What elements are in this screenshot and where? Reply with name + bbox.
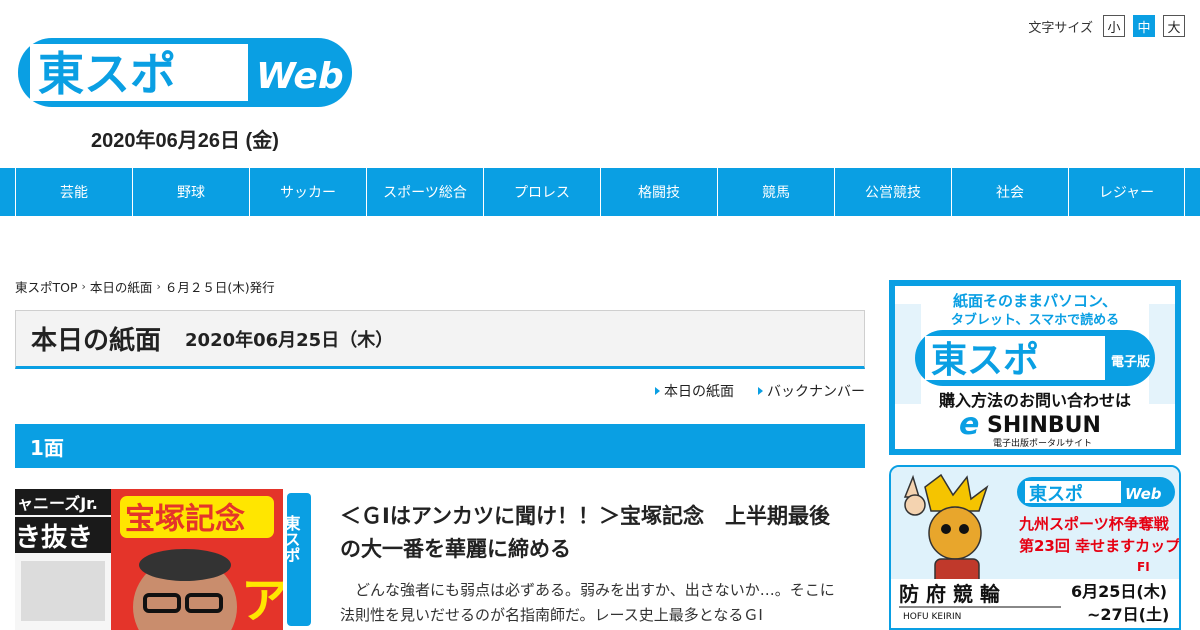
banner2-logo: 東スポ (1029, 483, 1083, 505)
breadcrumb-current: ６月２５日(木)発行 (164, 280, 275, 295)
triangle-right-icon (655, 387, 660, 395)
back-number-link[interactable]: バックナンバー (758, 381, 865, 401)
banner2-event2: 第23回 幸せますカップ (1019, 537, 1179, 555)
thumb-headline: 宝塚記念 (125, 502, 245, 537)
main-nav: 芸能 野球 サッカー スポーツ総合 プロレス 格闘技 競馬 公営競技 社会 レジ… (0, 168, 1200, 216)
section-header: 1面 (15, 424, 865, 468)
breadcrumb-today-link[interactable]: 本日の紙面 (90, 277, 153, 296)
thumb-left-text-1: ャニーズJr. (17, 494, 98, 513)
banner2-date1: 6月25日(木) (1071, 582, 1167, 601)
banner1-brand-e: e (959, 407, 979, 442)
nav-item-soccer[interactable]: サッカー (249, 168, 366, 216)
banner2-venue-roman: HOFU KEIRIN (903, 612, 961, 622)
nav-item-society[interactable]: 社会 (951, 168, 1068, 216)
banner2-venue: 防 府 競 輪 (899, 582, 1001, 606)
banner2-grade: FⅠ (1137, 560, 1150, 574)
keirin-banner[interactable]: 東スポ Web 九州スポーツ杯争奪戦 第23回 幸せますカップ FⅠ 防 府 競… (889, 465, 1181, 630)
article-title[interactable]: ＜ＧⅠはアンカツに聞け！！＞宝塚記念 上半期最後の大一番を華麗に締める (340, 500, 850, 566)
nav-item-geino[interactable]: 芸能 (15, 168, 132, 216)
nav-item-horseracing[interactable]: 競馬 (717, 168, 834, 216)
banner1-line1: 紙面そのままパソコン、 (953, 292, 1117, 310)
page-title-box: 本日の紙面 2020年06月25日（木） (15, 310, 865, 369)
digital-edition-banner[interactable]: 紙面そのままパソコン、 タブレット、スマホで読める 東スポ 電子版 購入方法のお… (889, 280, 1181, 455)
banner1-line2: タブレット、スマホで読める (951, 312, 1119, 328)
font-size-control: 文字サイズ 小 中 大 (1028, 15, 1185, 37)
banner2-event1: 九州スポーツ杯争奪戦 (1018, 515, 1170, 533)
breadcrumb: 東スポTOP › 本日の紙面 › ６月２５日(木)発行 (15, 277, 275, 296)
banner1-brand-sub: 電子出版ポータルサイト (993, 437, 1092, 449)
nav-item-fighting[interactable]: 格闘技 (600, 168, 717, 216)
thumb-left-text-2: き抜き (15, 523, 93, 553)
banner1-logo: 東スポ (931, 339, 1039, 381)
nav-item-prowrestling[interactable]: プロレス (483, 168, 600, 216)
chevron-right-icon: › (156, 280, 161, 293)
header-date: 2020年06月26日 (金) (91, 130, 279, 152)
logo-web-text: Web (256, 56, 344, 97)
today-paper-link-label: 本日の紙面 (664, 384, 734, 400)
back-number-link-label: バックナンバー (767, 384, 865, 400)
nav-item-leisure[interactable]: レジャー (1068, 168, 1185, 216)
font-size-small-button[interactable]: 小 (1103, 15, 1125, 37)
sub-links: 本日の紙面 バックナンバー (655, 381, 865, 401)
front-page-thumbnail[interactable]: ャニーズJr. き抜き 宝塚記念 アン 東スポ (15, 489, 313, 630)
site-logo[interactable]: 東スポ Web (16, 36, 354, 109)
chevron-right-icon: › (81, 280, 86, 293)
breadcrumb-top-link[interactable]: 東スポTOP (15, 277, 78, 296)
nav-item-sports[interactable]: スポーツ総合 (366, 168, 483, 216)
nav-item-baseball[interactable]: 野球 (132, 168, 249, 216)
triangle-right-icon (758, 387, 763, 395)
banner2-date2: ~27日(土) (1087, 605, 1169, 624)
page-title-date: 2020年06月25日（木） (185, 329, 394, 351)
banner1-brand: SHINBUN (987, 413, 1101, 438)
font-size-label: 文字サイズ (1028, 20, 1093, 36)
page-title: 本日の紙面 (31, 326, 162, 356)
logo-text: 東スポ (38, 47, 176, 101)
font-size-medium-button[interactable]: 中 (1133, 15, 1155, 37)
today-paper-link[interactable]: 本日の紙面 (655, 381, 734, 401)
banner1-logo-sub: 電子版 (1111, 354, 1150, 370)
thumb-side-text: 東スポ (282, 514, 301, 563)
nav-item-public-racing[interactable]: 公営競技 (834, 168, 951, 216)
font-size-large-button[interactable]: 大 (1163, 15, 1185, 37)
article-body: どんな強者にも弱点は必ずある。弱みを出すか、出さないか…。そこに法則性を見いだせ… (340, 581, 835, 624)
banner2-logo-web: Web (1125, 485, 1162, 503)
